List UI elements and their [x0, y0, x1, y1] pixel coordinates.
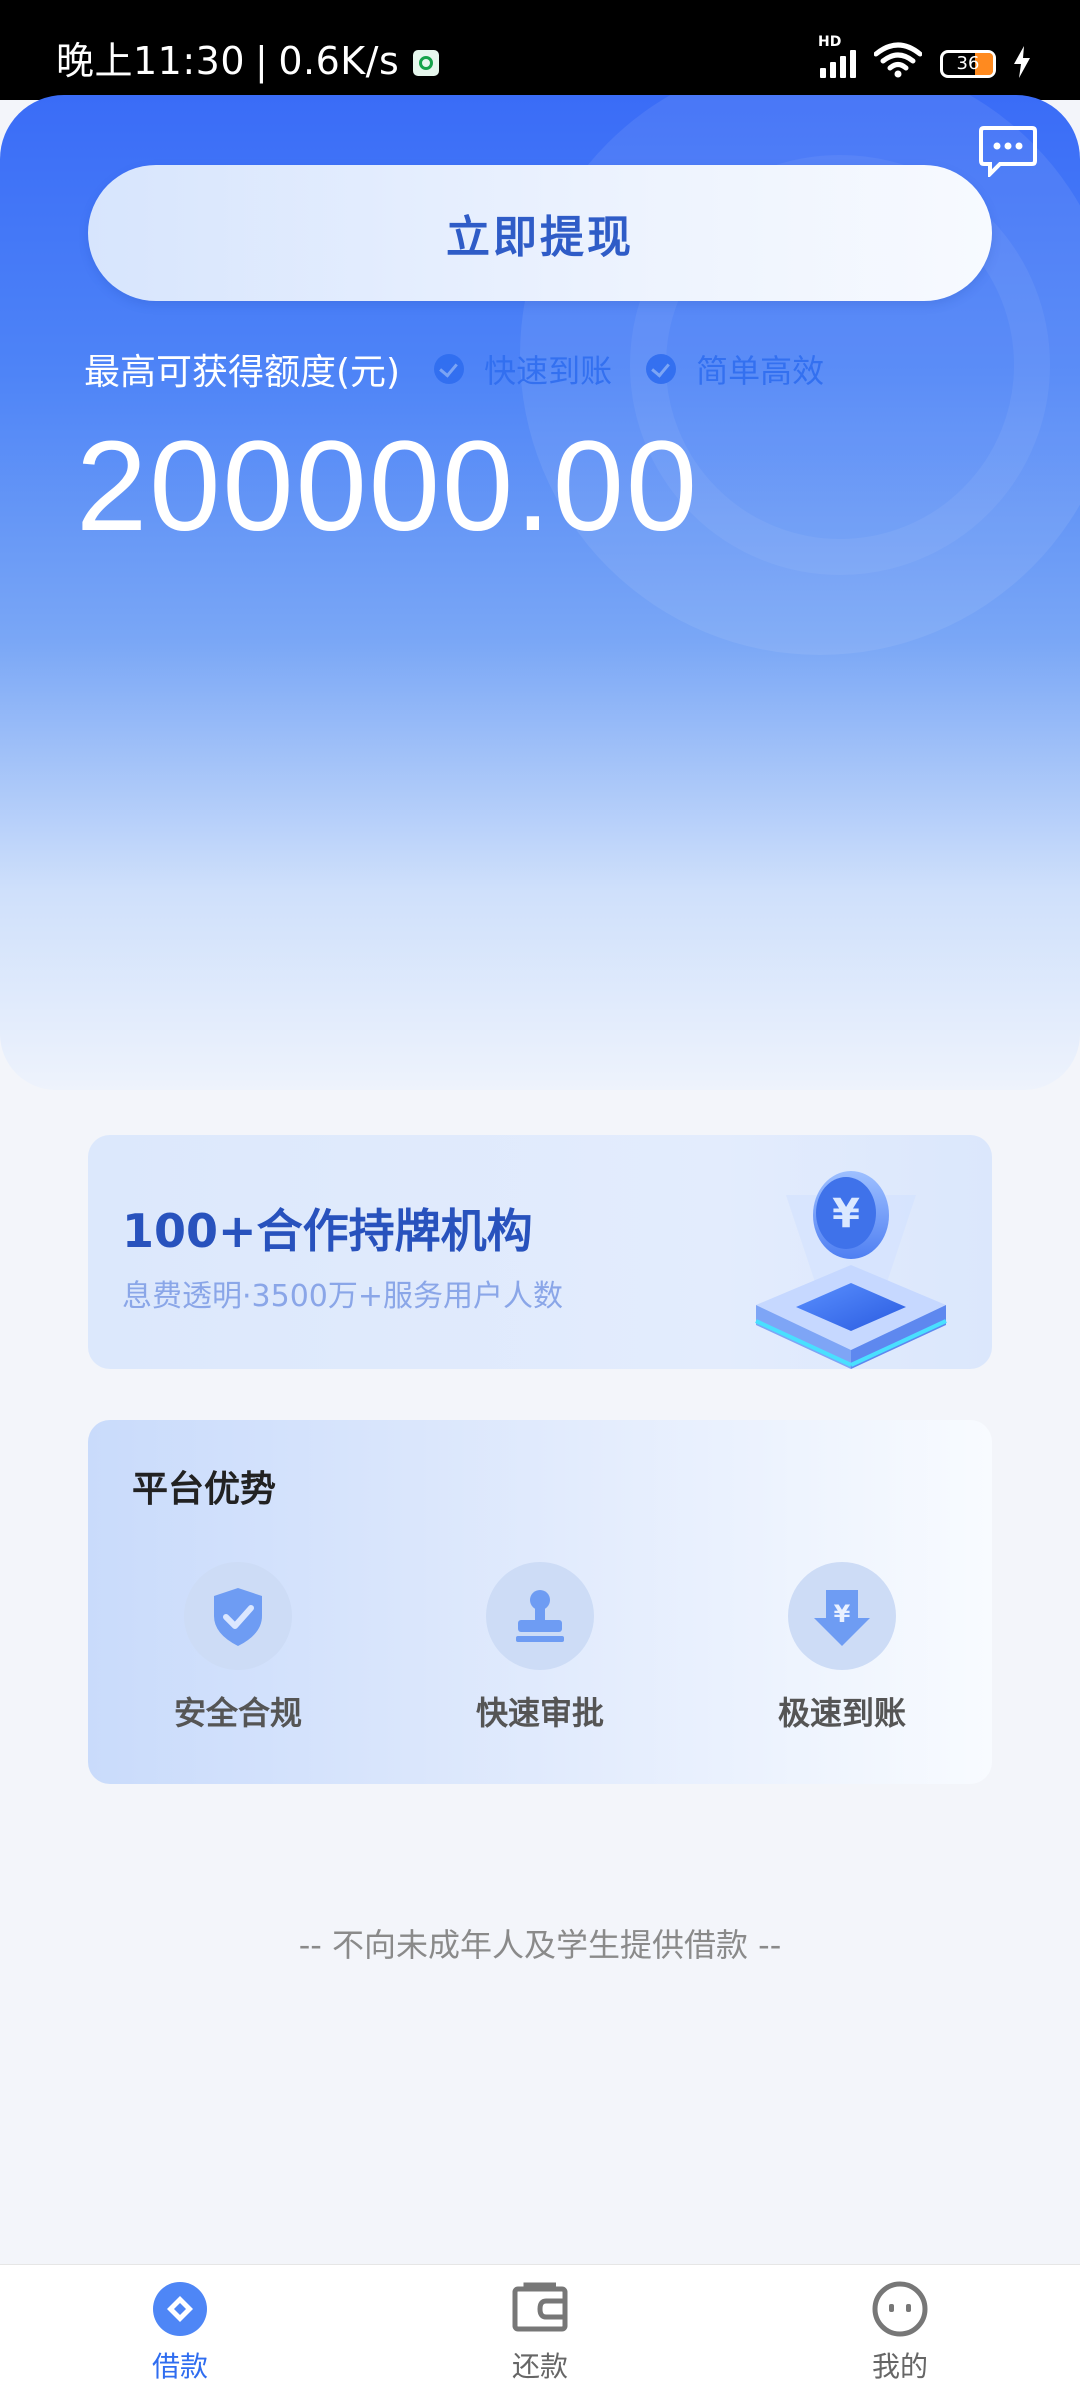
profile-icon [872, 2281, 928, 2337]
charging-bolt-icon [1014, 46, 1030, 78]
message-icon[interactable] [978, 125, 1038, 177]
check-circle-icon [434, 354, 465, 384]
status-left: 晚上11:30 | 0.6K/s [56, 30, 440, 85]
withdraw-now-button[interactable]: 立即提现 [88, 165, 992, 301]
shield-check-icon [184, 1562, 292, 1670]
advantage-label: 快速审批 [475, 1694, 604, 1732]
status-speed: 0.6K/s [278, 39, 400, 83]
status-separator: | [255, 39, 269, 83]
stamp-icon [486, 1562, 594, 1670]
check-circle-icon [646, 354, 677, 384]
nav-label: 借款 [151, 2350, 208, 2383]
repay-icon [512, 2281, 568, 2337]
nav-label: 还款 [511, 2350, 568, 2383]
tag-fast-arrival: 快速到账 [434, 346, 612, 392]
partner-subtitle: 息费透明·3500万+服务用户人数 [122, 1279, 564, 1314]
advantages-title: 平台优势 [132, 1469, 277, 1510]
advantage-item-fast-arrival: ¥ 极速到账 [742, 1562, 942, 1734]
advantage-label: 极速到账 [777, 1694, 906, 1732]
nav-item-repay[interactable]: 还款 [470, 2281, 610, 2385]
tag-label: 简单高效 [696, 352, 825, 390]
status-bar: 晚上11:30 | 0.6K/s HD 36 [0, 0, 1080, 100]
status-right: HD 36 [818, 34, 1030, 78]
credit-limit-label: 最高可获得额度(元) [84, 352, 401, 393]
advantage-item-fast-approval: 快速审批 [440, 1562, 640, 1734]
network-hd-label: HD [818, 34, 842, 50]
coin-platform-illustration: ¥ [755, 1171, 947, 1369]
signal-icon: HD [818, 34, 856, 78]
partner-title: 100+合作持牌机构 [122, 1204, 533, 1258]
loan-icon [152, 2281, 208, 2337]
battery-icon: 36 [940, 50, 996, 78]
yuan-arrow-down-icon: ¥ [788, 1562, 896, 1670]
nav-item-loan[interactable]: 借款 [110, 2281, 250, 2385]
svg-text:¥: ¥ [832, 1191, 860, 1237]
app-notification-icon [413, 50, 440, 76]
partner-institutions-card[interactable]: 100+合作持牌机构 息费透明·3500万+服务用户人数 ¥ [88, 1135, 992, 1369]
hero-panel: 立即提现 最高可获得额度(元) 快速到账 简单高效 200000.00 [0, 95, 1080, 1090]
app-screen: 晚上11:30 | 0.6K/s HD 36 立即提现 最高可获得额度(元) 快… [0, 0, 1080, 2400]
bottom-navigation: 借款 还款 我的 [0, 2264, 1080, 2400]
wifi-icon [874, 42, 922, 78]
tag-label: 快速到账 [484, 352, 613, 390]
nav-item-mine[interactable]: 我的 [830, 2281, 970, 2385]
credit-amount: 200000.00 [76, 415, 700, 558]
advantage-item-security: 安全合规 [138, 1562, 338, 1734]
battery-percent: 36 [956, 53, 980, 74]
nav-label: 我的 [871, 2350, 928, 2383]
credit-limit-row: 最高可获得额度(元) 快速到账 简单高效 [84, 343, 824, 395]
advantage-label: 安全合规 [173, 1694, 302, 1732]
minor-student-notice: -- 不向未成年人及学生提供借款 -- [298, 1926, 782, 1964]
status-time: 晚上11:30 [56, 39, 246, 83]
svg-text:¥: ¥ [834, 1600, 851, 1628]
platform-advantages-card: 平台优势 安全合规 快速审批 ¥ 极速到账 [88, 1420, 992, 1784]
tag-simple-efficient: 简单高效 [646, 346, 824, 392]
